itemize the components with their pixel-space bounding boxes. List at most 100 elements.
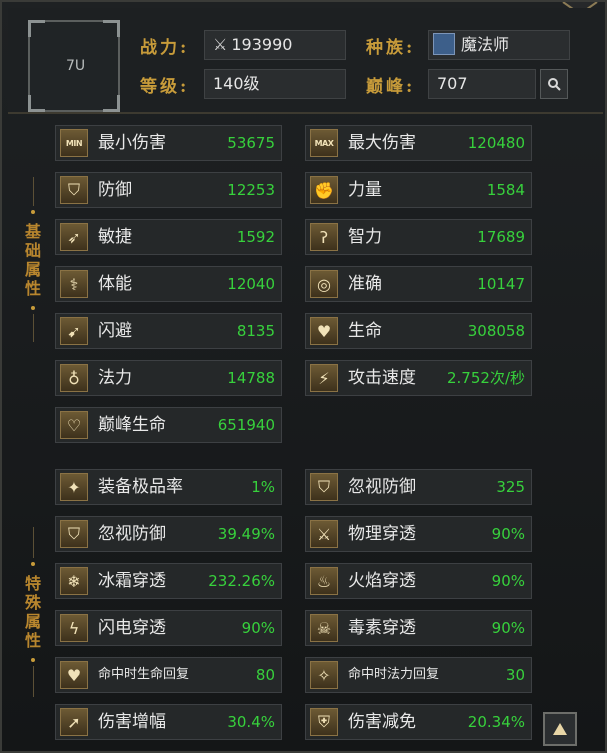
muscle-icon: ⚕ [60, 270, 88, 298]
stat-row[interactable]: ✧ 命中时法力回复 30 [305, 657, 532, 693]
collapse-button[interactable] [543, 712, 577, 746]
race-value: 魔法师 [461, 35, 510, 54]
power-label: 战力: [140, 38, 190, 58]
basic-attributes-label: 基础属性 [24, 221, 41, 298]
stat-name: 巅峰生命 [98, 415, 166, 435]
stat-name: 忽视防御 [348, 477, 416, 497]
stat-name: 闪避 [98, 321, 132, 341]
attack-speed-icon: ⚡ [310, 364, 338, 392]
stat-name: 毒素穿透 [348, 618, 416, 638]
stat-name: 最大伤害 [348, 133, 416, 153]
stat-value: 10147 [477, 275, 525, 293]
target-icon: ◎ [310, 270, 338, 298]
stat-value: 1584 [486, 181, 525, 199]
race-label: 种族: [366, 38, 416, 58]
heart-icon: ♥ [310, 317, 338, 345]
stat-value: 120480 [467, 134, 525, 152]
equipment-icon: ✦ [60, 473, 88, 501]
icon-text: MIN [65, 138, 83, 148]
peak-field: 707 [428, 69, 536, 99]
stat-row[interactable]: ➶ 敏捷 1592 [55, 219, 282, 255]
stat-value: 30.4% [227, 713, 275, 731]
lightning-pierce-icon: ϟ [60, 614, 88, 642]
level-value: 140级 [213, 74, 260, 93]
stat-row[interactable]: ➚ 伤害增幅 30.4% [55, 704, 282, 740]
stat-row[interactable]: ⚕ 体能 12040 [55, 266, 282, 302]
stat-row[interactable]: ⛨ 伤害减免 20.34% [305, 704, 532, 740]
stat-row[interactable]: ✊ 力量 1584 [305, 172, 532, 208]
intellect-icon: ʔ [310, 223, 338, 251]
peak-label: 巅峰: [366, 77, 416, 97]
crossed-swords-icon: ⚔ [213, 35, 228, 54]
stat-value: 90% [241, 619, 275, 637]
stat-name: 忽视防御 [98, 524, 166, 544]
shield-icon: ⛉ [60, 176, 88, 204]
stat-name: 伤害增幅 [98, 712, 166, 732]
stat-name: 火焰穿透 [348, 571, 416, 591]
stat-name: 攻击速度 [348, 368, 416, 388]
stat-row[interactable]: ♥ 命中时生命回复 80 [55, 657, 282, 693]
stat-row[interactable]: ❄ 冰霜穿透 232.26% [55, 563, 282, 599]
stat-row[interactable]: ⛉ 忽视防御 39.49% [55, 516, 282, 552]
stat-name: 命中时生命回复 [98, 667, 190, 682]
stat-row[interactable]: ⚡ 攻击速度 2.752次/秒 [305, 360, 532, 396]
stat-value: 232.26% [208, 572, 275, 590]
stat-name: 法力 [98, 368, 132, 388]
stat-value: 90% [491, 619, 525, 637]
stat-value: 30 [505, 666, 525, 684]
stat-row[interactable]: ʔ 智力 17689 [305, 219, 532, 255]
mage-class-icon [433, 32, 455, 55]
stat-name: 闪电穿透 [98, 618, 166, 638]
peak-search-button[interactable] [540, 69, 568, 99]
stat-row[interactable]: ⛉ 防御 12253 [55, 172, 282, 208]
stat-row[interactable]: ✦ 装备极品率 1% [55, 469, 282, 505]
stat-name: 最小伤害 [98, 133, 166, 153]
special-attributes-label: 特殊属性 [24, 574, 41, 650]
stat-row[interactable]: ♁ 法力 14788 [55, 360, 282, 396]
stat-row[interactable]: ⛉ 忽视防御 325 [305, 469, 532, 505]
damage-reduce-icon: ⛨ [310, 708, 338, 736]
stat-row[interactable]: ♨ 火焰穿透 90% [305, 563, 532, 599]
stat-name: 力量 [348, 180, 382, 200]
icon-text: MAX [314, 138, 334, 148]
stat-row[interactable]: MIN 最小伤害 53675 [55, 125, 282, 161]
stat-row[interactable]: ⚔ 物理穿透 90% [305, 516, 532, 552]
stat-value: 8135 [236, 322, 275, 340]
agility-icon: ➶ [60, 223, 88, 251]
stat-row[interactable]: ☠ 毒素穿透 90% [305, 610, 532, 646]
stat-value: 12040 [227, 275, 275, 293]
stat-value: 308058 [467, 322, 525, 340]
stat-name: 敏捷 [98, 227, 132, 247]
max-damage-icon: MAX [310, 129, 338, 157]
stat-name: 伤害减免 [348, 712, 416, 732]
stat-name: 智力 [348, 227, 382, 247]
stat-name: 冰霜穿透 [98, 571, 166, 591]
fist-icon: ✊ [310, 176, 338, 204]
stat-name: 防御 [98, 180, 132, 200]
stat-name: 装备极品率 [98, 477, 183, 497]
stat-row[interactable]: ♡ 巅峰生命 651940 [55, 407, 282, 443]
stat-row[interactable]: ◎ 准确 10147 [305, 266, 532, 302]
stat-value: 80 [255, 666, 275, 684]
stat-value: 39.49% [217, 525, 275, 543]
fire-pierce-icon: ♨ [310, 567, 338, 595]
character-avatar[interactable]: 7U [28, 20, 120, 112]
power-value: 193990 [231, 35, 293, 54]
stat-value: 325 [496, 478, 525, 496]
stat-row[interactable]: ϟ 闪电穿透 90% [55, 610, 282, 646]
character-header: 7U 战力: ⚔ 193990 种族: 魔法师 等级: 140级 巅峰: 707 [8, 8, 603, 114]
triangle-up-icon [553, 723, 567, 735]
stat-value: 14788 [227, 369, 275, 387]
stat-row[interactable]: ➹ 闪避 8135 [55, 313, 282, 349]
level-label: 等级: [140, 77, 190, 97]
stat-value: 17689 [477, 228, 525, 246]
stat-row[interactable]: ♥ 生命 308058 [305, 313, 532, 349]
stat-value: 2.752次/秒 [447, 369, 525, 387]
stat-value: 12253 [227, 181, 275, 199]
stat-name: 命中时法力回复 [348, 667, 440, 682]
dodge-icon: ➹ [60, 317, 88, 345]
basic-attributes-side-label: 基础属性 [22, 177, 44, 342]
search-icon [548, 78, 561, 91]
poison-pierce-icon: ☠ [310, 614, 338, 642]
stat-row[interactable]: MAX 最大伤害 120480 [305, 125, 532, 161]
